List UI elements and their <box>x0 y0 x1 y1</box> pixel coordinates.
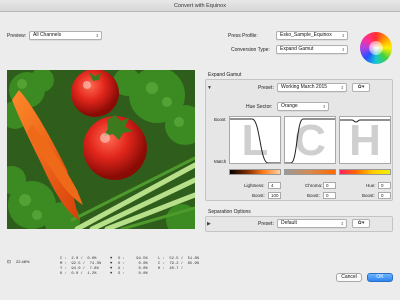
lightness-curve <box>230 118 280 163</box>
chroma-curve <box>285 118 335 163</box>
cancel-button[interactable]: Cancel <box>336 273 362 282</box>
conversion-type-label: Conversion Type: <box>231 47 270 53</box>
zoom-icon[interactable]: ⊡ <box>7 259 11 265</box>
chroma-boost-field[interactable]: 0 <box>323 192 336 199</box>
hue-sector-select[interactable]: Orange ⇕ <box>277 102 329 111</box>
window-title: Convert with Equinox <box>174 3 226 9</box>
chroma-curve-editor[interactable]: C <box>284 116 336 164</box>
hue-sector-value: Orange <box>281 103 298 109</box>
eg-preset-label: Preset: <box>258 85 274 91</box>
press-profile-select[interactable]: Esko_Sample_Equinox ⇕ <box>276 31 348 40</box>
eg-preset-value: Working March 2015 <box>281 84 328 90</box>
separation-options-title: Separation Options <box>208 209 251 215</box>
conversion-type-value: Expand Gamut <box>280 46 314 52</box>
gear-icon: ✿▾ <box>357 84 365 90</box>
sep-preset-select[interactable]: Default ⇕ <box>277 219 347 228</box>
hue-boost-field[interactable]: 0 <box>378 192 391 199</box>
eg-preset-gear-button[interactable]: ✿▾ <box>352 83 370 92</box>
extra-channel-readout: O : 94.5% O : 0.0% G : 0.0% S : 0.0% <box>118 257 148 276</box>
hue-boost-label: Boost: <box>362 193 375 198</box>
preview-select[interactable]: All Channels ⇕ <box>29 31 102 40</box>
sep-preset-gear-button[interactable]: ✿▾ <box>352 219 370 228</box>
chevron-updown-icon: ⇕ <box>322 104 326 109</box>
hue-curve-editor[interactable]: H <box>339 116 391 164</box>
hue-field[interactable]: 0 <box>378 182 391 189</box>
chroma-gradient-bar <box>284 169 336 175</box>
lightness-label: Lightness: <box>244 183 265 188</box>
hue-gradient-bar <box>339 169 391 175</box>
hue-curve <box>340 119 390 123</box>
image-preview <box>7 70 195 229</box>
sep-preset-value: Default <box>281 220 297 226</box>
zoom-level: 22.48% <box>16 259 30 264</box>
chevron-updown-icon: ⇕ <box>95 33 99 38</box>
match-axis-label: Match <box>214 159 227 164</box>
extra-channel-markers: ▼ ▼ ▼ ▼ <box>110 257 113 276</box>
chevron-updown-icon: ⇕ <box>341 47 345 52</box>
chevron-updown-icon: ⇕ <box>341 33 345 38</box>
ok-button[interactable]: OK <box>367 273 393 282</box>
preview-value: All Channels <box>33 32 62 38</box>
preview-label: Preview: <box>7 33 27 39</box>
lch-readout: L : 52.5 / 51.8% C : 79.2 / 85.9% H : 40… <box>158 257 200 271</box>
color-wheel-icon <box>360 32 392 64</box>
expand-gamut-title: Expand Gamut <box>208 72 242 78</box>
lightness-gradient-bar <box>229 169 281 175</box>
lightness-field[interactable]: 4 <box>268 182 281 189</box>
eg-preset-select[interactable]: Working March 2015 ⇕ <box>277 83 347 92</box>
press-profile-value: Esko_Sample_Equinox <box>280 32 332 38</box>
hue-label: Hue: <box>366 183 376 188</box>
press-profile-label: Press Profile: <box>228 33 258 39</box>
hue-sector-label: Hue Sector: <box>246 104 273 110</box>
conversion-type-select[interactable]: Expand Gamut ⇕ <box>276 45 348 54</box>
boost-axis-label: Boost <box>214 117 226 122</box>
chevron-updown-icon: ⇕ <box>340 221 344 226</box>
preview-image-vegetables <box>7 70 195 229</box>
lightness-boost-label: Boost: <box>252 193 265 198</box>
chroma-label: Chroma: <box>305 183 323 188</box>
window-title-bar: Convert with Equinox <box>0 0 400 12</box>
chroma-boost-label: Boost: <box>307 193 320 198</box>
chroma-field[interactable]: 0 <box>323 182 336 189</box>
chevron-updown-icon: ⇕ <box>340 85 344 90</box>
cmyk-readout: C : 2.0 / 0.0% M : 92.5 / 74.3% Y : 94.0… <box>60 257 102 276</box>
lightness-boost-field[interactable]: 100 <box>268 192 281 199</box>
sep-preset-label: Preset: <box>258 221 274 227</box>
disclosure-triangle-icon[interactable]: ▼ <box>207 85 212 91</box>
disclosure-triangle-icon[interactable]: ▶ <box>207 221 211 227</box>
lightness-curve-editor[interactable]: L <box>229 116 281 164</box>
gear-icon: ✿▾ <box>357 220 365 226</box>
